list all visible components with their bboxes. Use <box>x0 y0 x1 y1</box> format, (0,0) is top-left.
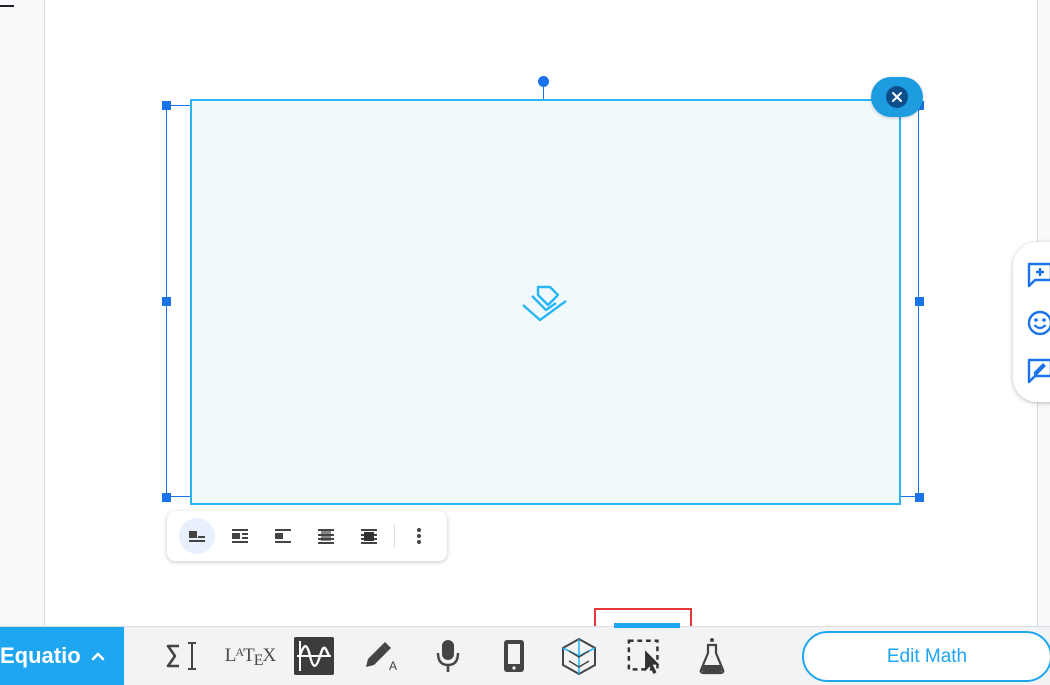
selection-cursor-icon <box>627 639 660 675</box>
rotate-handle[interactable] <box>538 76 549 87</box>
graph-editor-button[interactable] <box>294 636 334 676</box>
resize-handle-top-left[interactable] <box>162 101 171 110</box>
in-front-text-icon <box>361 529 377 544</box>
equatio-menu-button[interactable]: Equatio <box>0 627 124 685</box>
behind-text-button[interactable] <box>308 518 344 554</box>
latex-editor-button[interactable]: LATEX <box>224 636 276 676</box>
behind-text-icon <box>318 529 334 544</box>
speech-input-button[interactable] <box>428 636 468 676</box>
equation-editor-button[interactable] <box>162 636 202 676</box>
resize-handle-middle-left[interactable] <box>162 297 171 306</box>
wrap-inline-icon <box>189 531 205 542</box>
image-wrap-toolbar <box>167 511 447 561</box>
in-front-text-button[interactable] <box>351 518 387 554</box>
toolbar-divider <box>394 524 395 548</box>
active-tool-indicator <box>614 623 680 628</box>
emoji-icon <box>1027 310 1050 336</box>
suggest-edit-icon <box>1027 358 1050 384</box>
chemistry-button[interactable] <box>692 636 732 676</box>
cube-icon <box>562 637 596 676</box>
pen-handwriting-icon: A <box>366 642 397 673</box>
sigma-cursor-icon <box>166 642 196 670</box>
flask-icon <box>699 638 725 675</box>
break-text-button[interactable] <box>265 518 301 554</box>
wrap-inline-button[interactable] <box>179 518 215 554</box>
equatio-mobile-button[interactable] <box>494 636 534 676</box>
more-vert-icon <box>417 528 421 544</box>
ruler-tick <box>0 5 14 7</box>
wrap-text-button[interactable] <box>222 518 258 554</box>
resize-handle-middle-right[interactable] <box>915 297 924 306</box>
add-comment-button[interactable] <box>1025 260 1050 290</box>
close-icon <box>886 86 908 108</box>
suggest-edit-button[interactable] <box>1025 356 1050 386</box>
chevron-up-icon <box>91 652 104 661</box>
graph-wave-icon <box>294 637 334 675</box>
equatio-brand-label: Equatio <box>0 643 81 668</box>
mobile-phone-icon <box>504 640 524 672</box>
resize-handle-bottom-right[interactable] <box>915 493 924 502</box>
equatio-toolbar: Equatio LATEX A Edit Math <box>0 623 1050 685</box>
microphone-icon <box>436 640 460 672</box>
wrap-text-icon <box>232 529 248 543</box>
handwriting-button[interactable]: A <box>361 636 401 676</box>
latex-icon: LATEX <box>224 645 276 669</box>
more-options-button[interactable] <box>401 518 437 554</box>
side-action-panel <box>1013 242 1050 402</box>
edit-math-label: Edit Math <box>886 645 968 667</box>
left-page-margin <box>0 0 45 626</box>
screenshot-reader-button[interactable] <box>626 636 666 676</box>
add-comment-icon <box>1027 262 1050 288</box>
break-text-icon <box>275 529 291 543</box>
edit-math-button[interactable]: Edit Math <box>802 631 1050 682</box>
resize-handle-bottom-left[interactable] <box>162 493 171 502</box>
close-equation-button[interactable] <box>871 77 923 117</box>
svg-text:A: A <box>389 659 397 673</box>
equatio-logo-icon <box>522 285 567 322</box>
rotate-handle-stem <box>543 86 544 100</box>
geogebra-button[interactable] <box>559 636 599 676</box>
emoji-reaction-button[interactable] <box>1025 308 1050 338</box>
